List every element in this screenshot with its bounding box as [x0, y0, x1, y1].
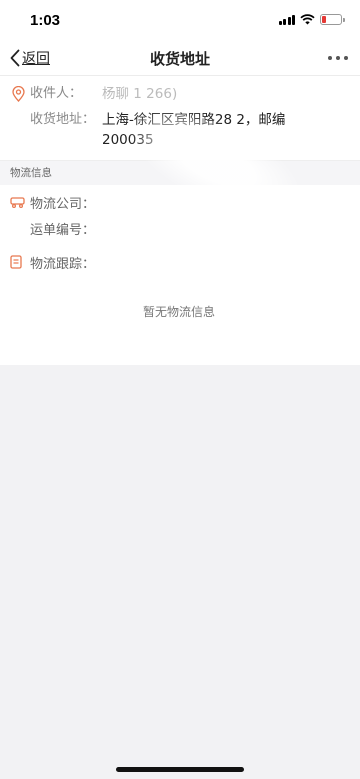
- address-card: 收件人： 杨聊 1 266) 收货地址： 上海-徐汇区宾阳路28 2，邮编 20…: [0, 76, 360, 239]
- track-row: 物流跟踪：: [10, 249, 348, 275]
- wifi-icon: [300, 14, 315, 25]
- status-time: 1:03: [30, 12, 61, 29]
- battery-icon: [320, 14, 345, 25]
- section-title: 物流信息: [0, 161, 360, 185]
- empty-logistics-text: 暂无物流信息: [142, 305, 215, 319]
- address-line2: 200035: [102, 132, 154, 148]
- logistics-card: 物流公司： 运单编号： 物流跟踪： 暂无物流信息: [0, 185, 360, 365]
- more-button[interactable]: [328, 56, 348, 60]
- courier-label: 物流公司：: [30, 196, 96, 212]
- document-icon: [10, 255, 22, 269]
- tracking-row: 运单编号：: [10, 215, 348, 241]
- page-title: 收货地址: [149, 50, 210, 68]
- recipient-label: 收件人：: [30, 86, 83, 101]
- status-bar: 1:03: [0, 0, 360, 44]
- nav-bar: 返回 收货地址: [0, 44, 360, 76]
- recipient-value: 杨聊 1 266): [102, 86, 178, 102]
- home-indicator[interactable]: [116, 767, 244, 772]
- tracking-label: 运单编号：: [30, 222, 96, 238]
- truck-icon: [10, 197, 25, 208]
- more-dots-icon: [328, 56, 332, 60]
- address-row: 收货地址： 上海-徐汇区宾阳路28 2，邮编 200035: [12, 110, 348, 150]
- track-label: 物流跟踪：: [30, 256, 96, 272]
- status-icons: [278, 14, 345, 25]
- address-line1: 上海-徐汇区宾阳路28 2，邮编: [102, 112, 286, 128]
- address-value: 上海-徐汇区宾阳路28 2，邮编 200035: [102, 110, 348, 150]
- address-label: 收货地址：: [30, 112, 96, 127]
- signal-icon: [278, 14, 295, 25]
- location-pin-icon: [12, 86, 25, 102]
- header-area: 1:03 返回 收货地址 收件人： 杨聊 1 266) 收货地址： 上海-徐汇区…: [0, 0, 360, 239]
- courier-row: 物流公司：: [10, 189, 348, 215]
- recipient-row: 收件人： 杨聊 1 266): [12, 84, 348, 104]
